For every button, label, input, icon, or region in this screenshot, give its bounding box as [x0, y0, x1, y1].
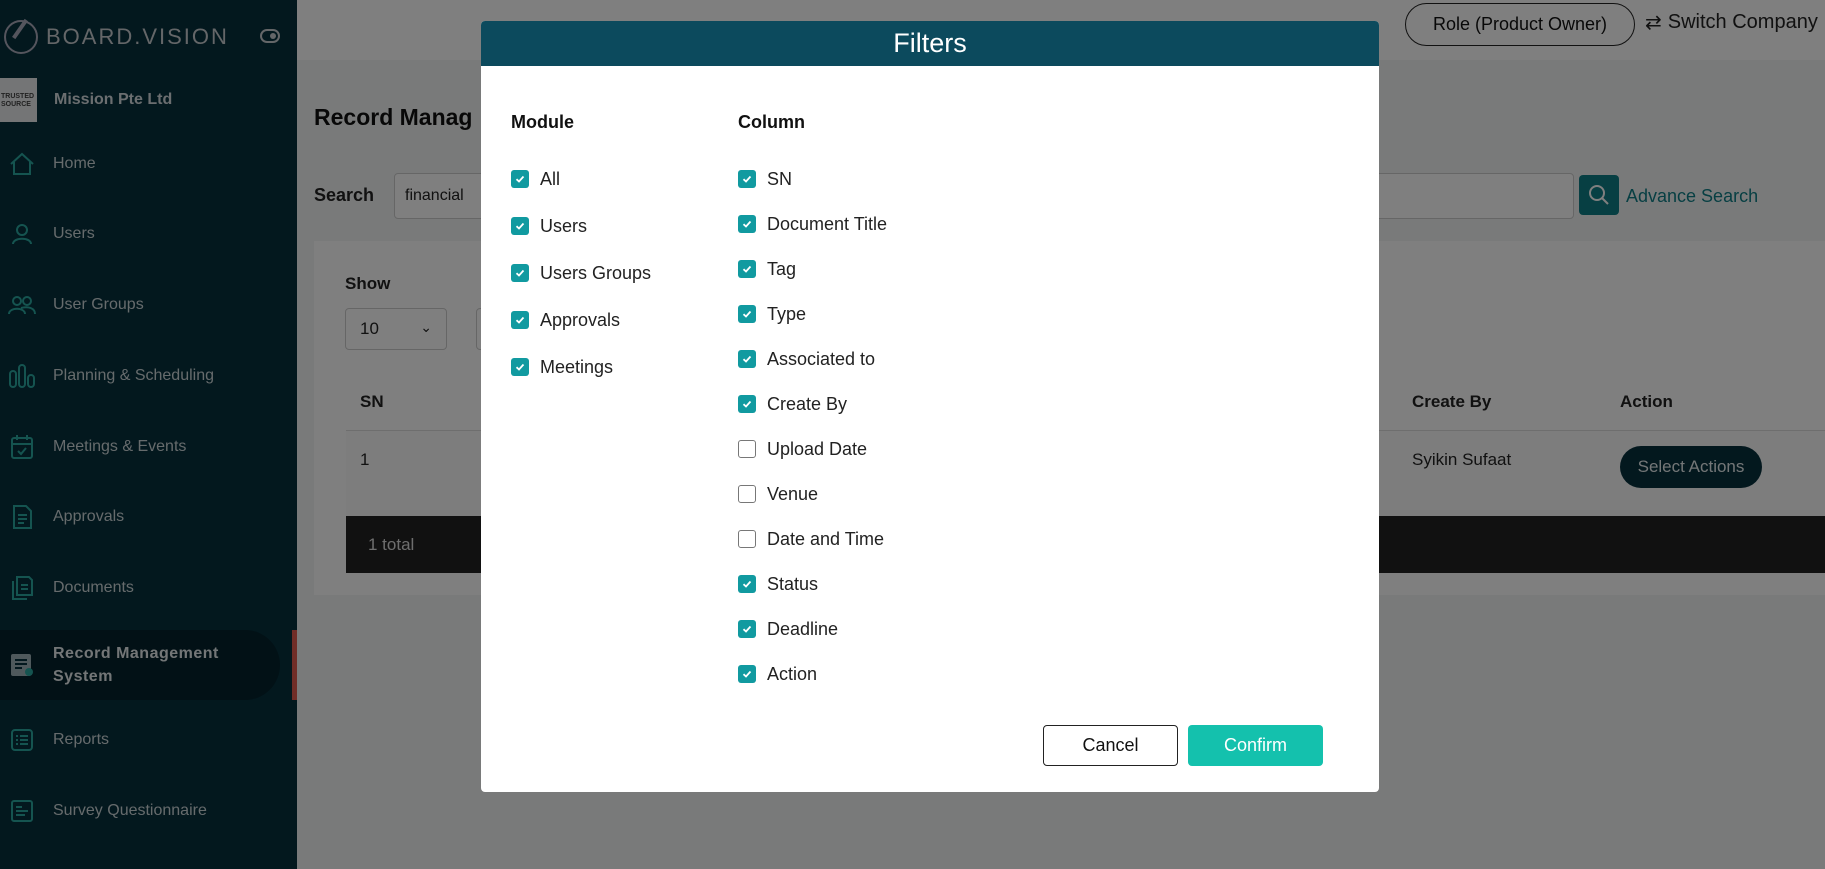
module-checkbox-label: Approvals	[540, 309, 621, 330]
module-checkbox-row[interactable]: Users Groups	[511, 261, 651, 285]
column-checkbox-label: Date and Time	[767, 528, 885, 549]
column-checkbox[interactable]	[738, 440, 756, 458]
cancel-button[interactable]: Cancel	[1043, 725, 1178, 766]
column-checkbox[interactable]	[738, 485, 756, 503]
column-checkbox[interactable]	[738, 305, 756, 323]
column-checkbox[interactable]	[738, 395, 756, 413]
module-checkbox[interactable]	[511, 358, 529, 376]
column-checkbox[interactable]	[738, 575, 756, 593]
column-checkbox-row[interactable]: Deadline	[738, 617, 838, 641]
column-checkbox-label: Deadline	[767, 618, 839, 639]
column-checkbox-label: Upload Date	[767, 438, 868, 459]
module-checkbox[interactable]	[511, 264, 529, 282]
module-checkbox-row[interactable]: Users	[511, 214, 587, 238]
module-checkbox-row[interactable]: Approvals	[511, 308, 620, 332]
column-checkbox-row[interactable]: Associated to	[738, 347, 875, 371]
column-checkbox-row[interactable]: Create By	[738, 392, 847, 416]
check-icon	[515, 175, 525, 183]
column-checkbox[interactable]	[738, 170, 756, 188]
column-checkbox-row[interactable]: Venue	[738, 482, 818, 506]
check-icon	[742, 400, 752, 408]
column-checkbox-label: SN	[767, 168, 793, 189]
column-checkbox-label: Associated to	[767, 348, 876, 369]
column-checkbox-label: Action	[767, 663, 818, 684]
column-checkbox-row[interactable]: Status	[738, 572, 818, 596]
check-icon	[742, 310, 752, 318]
column-checkbox-label: Create By	[767, 393, 848, 414]
module-checkbox[interactable]	[511, 170, 529, 188]
check-icon	[515, 363, 525, 371]
column-checkbox-label: Venue	[767, 483, 819, 504]
check-icon	[742, 220, 752, 228]
check-icon	[515, 316, 525, 324]
column-checkbox-label: Document Title	[767, 213, 888, 234]
module-checkbox-label: Meetings	[540, 356, 614, 377]
module-checkbox-row[interactable]: All	[511, 167, 560, 191]
module-checkbox-label: Users Groups	[540, 262, 652, 283]
column-checkbox[interactable]	[738, 665, 756, 683]
confirm-button[interactable]: Confirm	[1188, 725, 1323, 766]
column-checkbox-row[interactable]: Type	[738, 302, 806, 326]
modal-title: Filters	[481, 21, 1379, 66]
column-checkbox-label: Tag	[767, 258, 797, 279]
column-checkbox[interactable]	[738, 620, 756, 638]
module-checkbox[interactable]	[511, 217, 529, 235]
column-checkbox-row[interactable]: Document Title	[738, 212, 887, 236]
column-checkbox-row[interactable]: Action	[738, 662, 817, 686]
column-checkbox-label: Type	[767, 303, 807, 324]
filters-modal: Filters Module Column All Users Users Grou…	[481, 21, 1379, 792]
module-checkbox[interactable]	[511, 311, 529, 329]
column-checkbox-row[interactable]: Upload Date	[738, 437, 867, 461]
column-checkbox[interactable]	[738, 530, 756, 548]
module-title: Module	[511, 112, 574, 132]
column-checkbox-row[interactable]: Tag	[738, 257, 796, 281]
module-checkbox-label: Users	[540, 215, 588, 236]
column-checkbox-row[interactable]: Date and Time	[738, 527, 884, 551]
module-checkbox-label: All	[540, 168, 561, 189]
check-icon	[742, 670, 752, 678]
column-checkbox-label: Status	[767, 573, 819, 594]
column-title: Column	[738, 112, 805, 132]
check-icon	[742, 265, 752, 273]
check-icon	[515, 269, 525, 277]
column-checkbox[interactable]	[738, 350, 756, 368]
column-checkbox-row[interactable]: SN	[738, 167, 792, 191]
module-checkbox-row[interactable]: Meetings	[511, 355, 613, 379]
check-icon	[515, 222, 525, 230]
check-icon	[742, 625, 752, 633]
check-icon	[742, 580, 752, 588]
column-checkbox[interactable]	[738, 260, 756, 278]
check-icon	[742, 175, 752, 183]
column-checkbox[interactable]	[738, 215, 756, 233]
check-icon	[742, 355, 752, 363]
